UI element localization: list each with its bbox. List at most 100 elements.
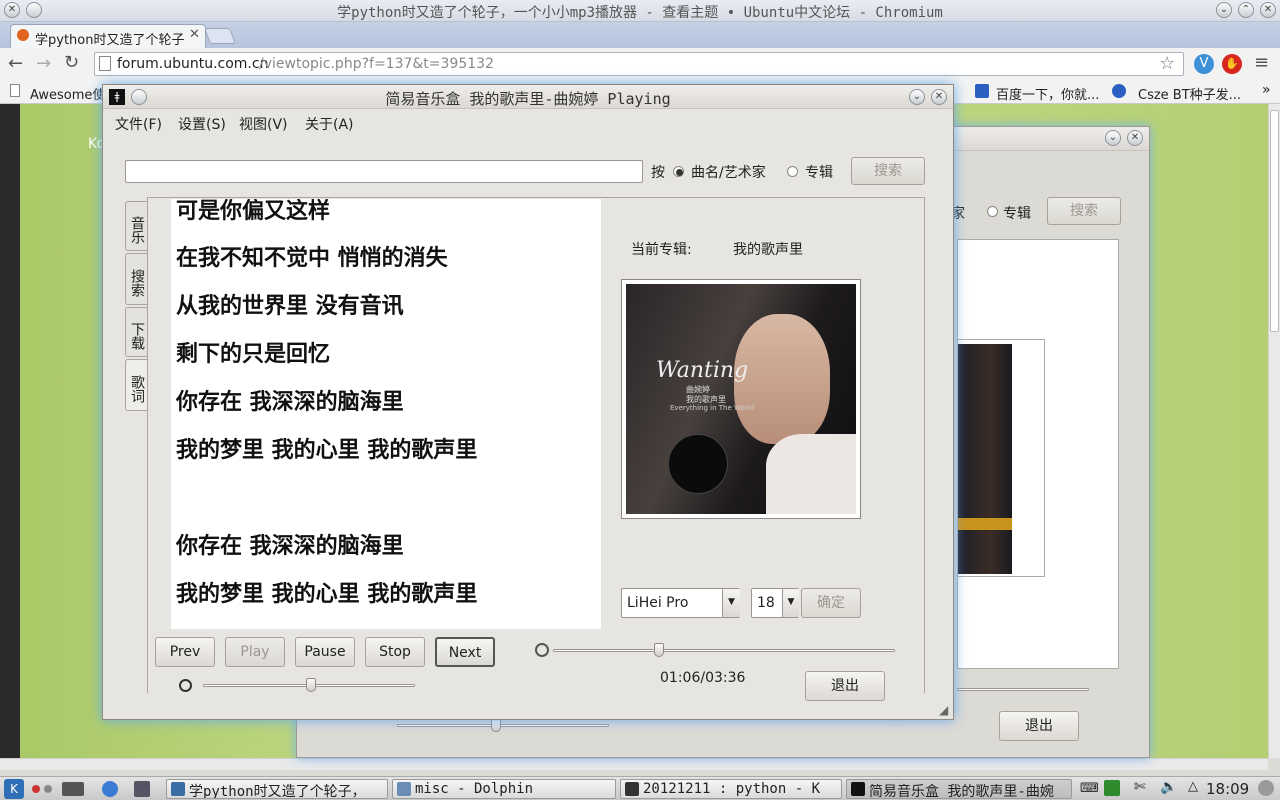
- task-music-player[interactable]: 简易音乐盒 我的歌声里-曲婉: [846, 779, 1072, 799]
- tab-lyrics[interactable]: 歌词: [125, 359, 147, 411]
- lyric-line: 可是你偏又这样: [176, 199, 331, 224]
- progress-track[interactable]: [553, 649, 895, 652]
- back-quit-button[interactable]: 退出: [999, 711, 1079, 741]
- search-button[interactable]: 搜索: [851, 157, 925, 185]
- player-minimize-icon[interactable]: ⌄: [909, 89, 925, 105]
- lyric-line: 在我不知不觉中 悄悄的消失: [176, 246, 448, 271]
- kde-menu-icon[interactable]: K: [4, 779, 24, 799]
- maximize-icon[interactable]: ⌃: [1238, 2, 1254, 18]
- chromium-launcher-icon[interactable]: [102, 781, 118, 797]
- cashew-icon[interactable]: [1258, 780, 1274, 796]
- task-konsole[interactable]: 20121211 : python - K: [620, 779, 842, 799]
- tab-music[interactable]: 音乐: [125, 201, 147, 251]
- back-search-button[interactable]: 搜索: [1047, 197, 1121, 225]
- browser-window-title: 学python时又造了个轮子，一个小小mp3播放器 - 查看主题 • Ubunt…: [337, 5, 943, 21]
- browser-titlebar: ✕ 学python时又造了个轮子，一个小小mp3播放器 - 查看主题 • Ubu…: [0, 0, 1280, 22]
- lyrics-panel: 可是你偏又这样 在我不知不觉中 悄悄的消失 从我的世界里 没有音讯 剩下的只是回…: [171, 199, 601, 629]
- bookmark-baidu[interactable]: 百度一下，你就...: [996, 84, 1099, 103]
- music-player-window: ǂ 简易音乐盒 我的歌声里-曲婉婷 Playing ⌄ ✕ 文件(F) 设置(S…: [102, 84, 954, 720]
- desktop-dot-icon[interactable]: [32, 785, 40, 793]
- radio-album-label: 专辑: [805, 165, 833, 181]
- tab-search[interactable]: 搜索: [125, 253, 147, 305]
- search-input[interactable]: [125, 160, 643, 183]
- menu-settings[interactable]: 设置(S): [178, 114, 226, 134]
- font-select[interactable]: LiHei Pro ▼: [621, 588, 740, 618]
- network-icon[interactable]: ✄: [1134, 779, 1146, 795]
- ubuntu-favicon-icon: [17, 29, 29, 41]
- page-vertical-scrollbar[interactable]: [1268, 104, 1280, 758]
- bookmark-star-icon[interactable]: ☆: [1159, 53, 1175, 74]
- minimize-icon[interactable]: ⌄: [1216, 2, 1232, 18]
- progress-clock-icon: [535, 643, 549, 657]
- tab-strip: 学python时又造了个轮子， ✕: [0, 22, 1280, 48]
- tab-download[interactable]: 下载: [125, 307, 147, 357]
- player-close-icon[interactable]: ✕: [931, 89, 947, 105]
- font-dropdown-icon[interactable]: ▼: [722, 589, 740, 617]
- back-progress-track[interactable]: [957, 688, 1089, 691]
- volume-icon: [179, 679, 192, 692]
- tab-title: 学python时又造了个轮子，: [35, 33, 185, 48]
- task-label: misc - Dolphin: [415, 781, 534, 797]
- clock: 18:09: [1206, 780, 1250, 798]
- resize-grip-icon[interactable]: ◢: [939, 703, 948, 717]
- radio-album[interactable]: [787, 166, 798, 177]
- confirm-button[interactable]: 确定: [801, 588, 861, 618]
- lyric-line: 你存在 我深深的脑海里: [176, 534, 404, 559]
- stop-button[interactable]: Stop: [365, 637, 425, 667]
- menu-file[interactable]: 文件(F): [115, 114, 162, 134]
- task-dolphin[interactable]: misc - Dolphin: [392, 779, 616, 799]
- tab-close-icon[interactable]: ✕: [189, 27, 200, 42]
- new-tab-button[interactable]: [204, 28, 236, 44]
- tray-expand-icon[interactable]: △: [1188, 779, 1198, 794]
- menu-view[interactable]: 视图(V): [239, 114, 288, 134]
- menu-about[interactable]: 关于(A): [305, 114, 354, 134]
- address-bar[interactable]: forum.ubuntu.com.cn /viewtopic.php?f=137…: [94, 52, 1184, 76]
- back-minimize-icon[interactable]: ⌄: [1105, 130, 1121, 146]
- extension-v-icon[interactable]: V: [1194, 54, 1214, 74]
- album-cover-frame: Wanting 曲婉婷 我的歌声里 Everything in The Worl…: [621, 279, 861, 519]
- progress-knob[interactable]: [654, 643, 665, 657]
- volume-tray-icon[interactable]: 🔈: [1160, 779, 1177, 795]
- radio-name-artist[interactable]: [673, 166, 684, 177]
- close-icon[interactable]: ✕: [1260, 2, 1276, 18]
- back-icon[interactable]: ←: [8, 53, 23, 74]
- album-name: 我的歌声里: [733, 242, 803, 258]
- play-button[interactable]: Play: [225, 637, 285, 667]
- bookmark-awesome[interactable]: Awesome使: [30, 84, 105, 103]
- pause-button[interactable]: Pause: [295, 637, 355, 667]
- next-button[interactable]: Next: [435, 637, 495, 667]
- browser-tab-active[interactable]: 学python时又造了个轮子， ✕: [10, 24, 206, 48]
- task-chromium[interactable]: 学python时又造了个轮子，: [166, 779, 388, 799]
- size-dropdown-icon[interactable]: ▼: [782, 589, 799, 617]
- adblock-icon[interactable]: ✋: [1222, 54, 1242, 74]
- lyric-line: 你存在 我深深的脑海里: [176, 390, 404, 415]
- reload-icon[interactable]: ↻: [64, 52, 79, 73]
- desktop-dot-icon[interactable]: [44, 785, 52, 793]
- browser-menu-icon[interactable]: ≡: [1254, 52, 1269, 73]
- back-volume-track[interactable]: [397, 724, 609, 727]
- bookmarks-more-icon[interactable]: »: [1262, 82, 1271, 98]
- page-horizontal-scrollbar[interactable]: [0, 758, 1268, 770]
- battery-icon[interactable]: [1104, 780, 1120, 796]
- show-desktop-icon[interactable]: [62, 782, 84, 796]
- font-select-value: LiHei Pro: [627, 595, 689, 611]
- radio-name-artist-label: 曲名/艺术家: [691, 165, 766, 181]
- album-label: 当前专辑:: [631, 242, 692, 258]
- forward-icon[interactable]: →: [36, 53, 51, 74]
- lyric-line: 剩下的只是回忆: [176, 342, 331, 367]
- back-radio-album[interactable]: [987, 206, 998, 217]
- lyric-line: 我的梦里 我的心里 我的歌声里: [176, 582, 478, 607]
- folder-icon: [397, 782, 411, 796]
- quit-button[interactable]: 退出: [805, 671, 885, 701]
- scroll-thumb[interactable]: [1270, 110, 1279, 332]
- keyboard-icon[interactable]: ⌨: [1080, 781, 1099, 796]
- time-display: 01:06/03:36: [660, 670, 746, 686]
- volume-knob[interactable]: [306, 678, 317, 692]
- bookmark-csze[interactable]: Csze BT种子发...: [1138, 84, 1241, 103]
- baidu-icon: [975, 84, 989, 98]
- prev-button[interactable]: Prev: [155, 637, 215, 667]
- app-launcher-icon[interactable]: [134, 781, 150, 797]
- back-volume-knob[interactable]: [491, 718, 501, 732]
- back-close-icon[interactable]: ✕: [1127, 130, 1143, 146]
- size-select[interactable]: 18 ▼: [751, 588, 799, 618]
